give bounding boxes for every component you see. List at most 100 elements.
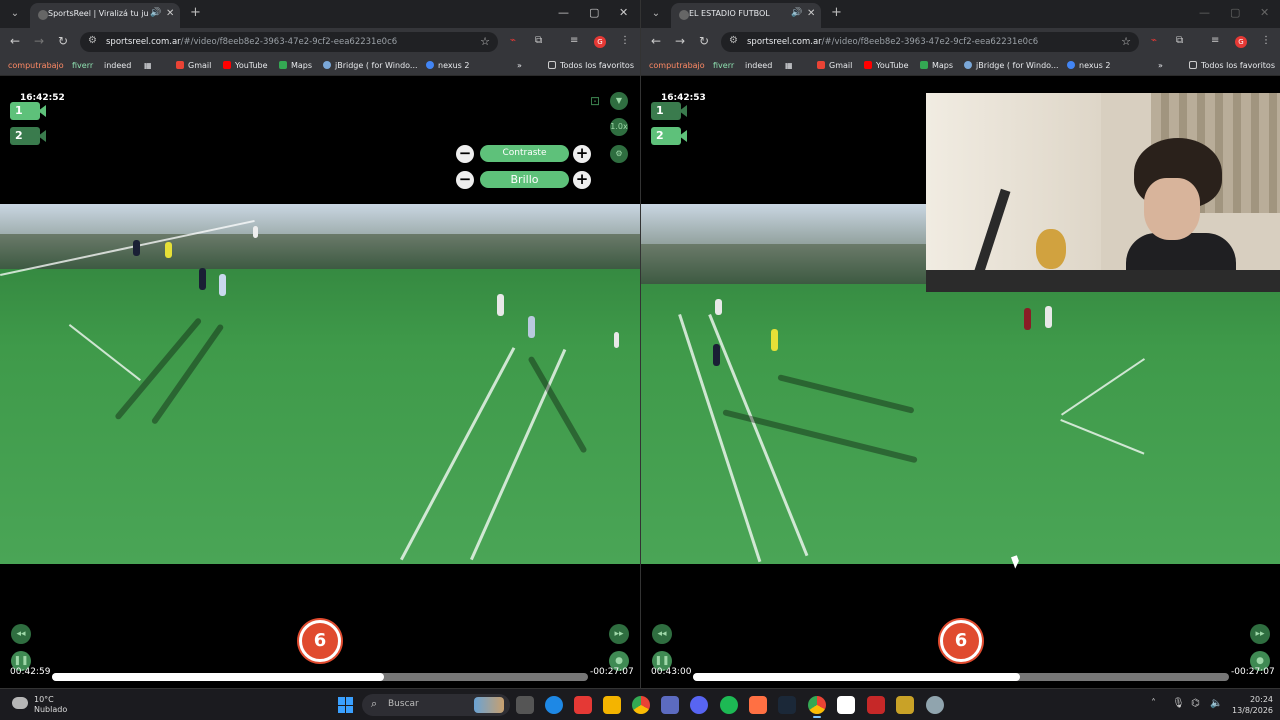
speaker-icon[interactable]: 🔊 — [791, 8, 802, 18]
bookmark-nexus[interactable]: nexus 2 — [1067, 61, 1110, 70]
bookmark-jbridge[interactable]: jBridge ( for Windo... — [323, 61, 418, 70]
address-bar[interactable]: ⚙ sportsreel.com.ar/#/video/f8eeb8e2-396… — [721, 32, 1139, 52]
bookmark-nexus[interactable]: nexus 2 — [426, 61, 469, 70]
all-favorites-folder[interactable]: Todos los favoritos — [1189, 61, 1275, 70]
sportsreel-logo-button[interactable]: 6 — [940, 620, 982, 662]
app-orange-icon[interactable] — [749, 696, 767, 714]
discord-icon[interactable] — [690, 696, 708, 714]
new-tab-button[interactable]: + — [190, 5, 201, 20]
address-bar[interactable]: ⚙ sportsreel.com.ar/#/video/f8eeb8e2-396… — [80, 32, 498, 52]
chrome-active-icon[interactable] — [808, 696, 826, 718]
close-window-icon[interactable]: ✕ — [1260, 6, 1269, 19]
back-icon[interactable]: ← — [651, 34, 661, 48]
bookmark-youtube[interactable]: YouTube — [223, 61, 268, 70]
chrome-icon[interactable] — [632, 696, 650, 714]
steam-icon[interactable] — [778, 696, 796, 714]
task-view-icon[interactable] — [516, 696, 534, 714]
tray-overflow-icon[interactable]: ˄ — [1151, 698, 1156, 709]
app-red-icon[interactable] — [574, 696, 592, 714]
camera-2-button[interactable]: 2 — [10, 127, 46, 145]
volume-icon[interactable]: 🔈 — [1210, 698, 1222, 709]
settings-icon[interactable] — [926, 696, 944, 714]
camera-1-button[interactable]: 1 — [10, 102, 46, 120]
bookmark-maps[interactable]: Maps — [279, 61, 312, 70]
extension-red-icon[interactable]: ⌁ — [510, 35, 516, 46]
back-icon[interactable]: ← — [10, 34, 20, 48]
all-favorites-folder[interactable]: Todos los favoritos — [548, 61, 634, 70]
apps-grid-icon[interactable]: ▦ — [785, 61, 793, 70]
bookmark-indeed[interactable]: indeed — [104, 61, 131, 70]
extensions-puzzle-icon[interactable]: ⧉ — [535, 35, 542, 46]
reload-icon[interactable]: ↻ — [58, 34, 68, 48]
tab-search-icon[interactable]: ⌄ — [8, 7, 22, 21]
bookmark-star-icon[interactable]: ☆ — [1121, 35, 1131, 48]
fast-forward-icon[interactable]: ▸▸ — [1250, 624, 1270, 644]
contrast-increase-button[interactable]: + — [573, 145, 591, 163]
tab-el-estadio[interactable]: EL ESTADIO FUTBOL 🔊 ✕ — [671, 3, 821, 28]
bookmarks-overflow-icon[interactable]: » — [1158, 61, 1163, 70]
apps-grid-icon[interactable]: ▦ — [144, 61, 152, 70]
minimize-icon[interactable]: — — [558, 6, 569, 19]
brightness-decrease-button[interactable]: − — [456, 171, 474, 189]
settings-gear-icon[interactable]: ⚙ — [610, 145, 628, 163]
extension-red-icon[interactable]: ⌁ — [1151, 35, 1157, 46]
brightness-increase-button[interactable]: + — [573, 171, 591, 189]
sportsreel-logo-button[interactable]: 6 — [299, 620, 341, 662]
edge-icon[interactable] — [545, 696, 563, 714]
tab-sportsreel[interactable]: SportsReel | Viralizá tu juego 🔊 ✕ — [30, 3, 180, 28]
site-info-icon[interactable]: ⚙ — [729, 35, 738, 46]
video-frame-left[interactable] — [0, 204, 640, 564]
bookmark-maps[interactable]: Maps — [920, 61, 953, 70]
minimize-icon[interactable]: — — [1199, 6, 1210, 19]
fast-forward-icon[interactable]: ▸▸ — [609, 624, 629, 644]
bookmark-indeed[interactable]: indeed — [745, 61, 772, 70]
bookmarks-overflow-icon[interactable]: » — [517, 61, 522, 70]
bookmark-jbridge[interactable]: jBridge ( for Windo... — [964, 61, 1059, 70]
site-info-icon[interactable]: ⚙ — [88, 35, 97, 46]
taskbar-search[interactable]: ⌕ Buscar — [362, 694, 510, 716]
network-icon[interactable]: ⌬ — [1191, 698, 1200, 709]
maximize-icon[interactable]: ▢ — [589, 6, 599, 19]
windows-start-icon[interactable] — [338, 697, 354, 713]
microphone-icon[interactable]: 🎙 — [1172, 698, 1185, 709]
speaker-icon[interactable]: 🔊 — [150, 8, 161, 18]
profile-avatar-icon[interactable]: G — [1235, 36, 1247, 48]
rewind-icon[interactable]: ◂◂ — [652, 624, 672, 644]
bookmark-gmail[interactable]: Gmail — [817, 61, 852, 70]
bookmark-computrabajo[interactable]: computrabajo — [8, 61, 64, 70]
forward-icon[interactable]: → — [675, 34, 685, 48]
media-control-icon[interactable]: ≡ — [570, 35, 578, 46]
reload-icon[interactable]: ↻ — [699, 34, 709, 48]
new-tab-button[interactable]: + — [831, 5, 842, 20]
app-darkred-icon[interactable] — [867, 696, 885, 714]
contrast-decrease-button[interactable]: − — [456, 145, 474, 163]
bookmark-computrabajo[interactable]: computrabajo — [649, 61, 705, 70]
app-gold-icon[interactable] — [896, 696, 914, 714]
filter-icon[interactable]: ▼ — [610, 92, 628, 110]
bookmark-fiverr[interactable]: fiverr — [713, 61, 734, 70]
media-control-icon[interactable]: ≡ — [1211, 35, 1219, 46]
file-explorer-icon[interactable] — [603, 696, 621, 714]
close-tab-icon[interactable]: ✕ — [166, 8, 174, 19]
maximize-icon[interactable]: ▢ — [1230, 6, 1240, 19]
seek-bar[interactable] — [52, 673, 588, 681]
bookmark-youtube[interactable]: YouTube — [864, 61, 909, 70]
bookmark-fiverr[interactable]: fiverr — [72, 61, 93, 70]
menu-kebab-icon[interactable]: ⋮ — [620, 35, 630, 46]
spotify-icon[interactable] — [720, 696, 738, 714]
system-clock[interactable]: 20:24 13/8/2026 — [1232, 694, 1273, 716]
tab-search-icon[interactable]: ⌄ — [649, 7, 663, 21]
close-window-icon[interactable]: ✕ — [619, 6, 628, 19]
playback-speed-button[interactable]: 1.0x — [610, 118, 628, 136]
teams-icon[interactable] — [661, 696, 679, 714]
cast-icon[interactable]: ⊡ — [586, 92, 604, 110]
extensions-puzzle-icon[interactable]: ⧉ — [1176, 35, 1183, 46]
rewind-icon[interactable]: ◂◂ — [11, 624, 31, 644]
app-white-icon[interactable] — [837, 696, 855, 714]
profile-avatar-icon[interactable]: G — [594, 36, 606, 48]
close-tab-icon[interactable]: ✕ — [807, 8, 815, 19]
camera-1-button[interactable]: 1 — [651, 102, 687, 120]
bookmark-gmail[interactable]: Gmail — [176, 61, 211, 70]
bookmark-star-icon[interactable]: ☆ — [480, 35, 490, 48]
menu-kebab-icon[interactable]: ⋮ — [1261, 35, 1271, 46]
